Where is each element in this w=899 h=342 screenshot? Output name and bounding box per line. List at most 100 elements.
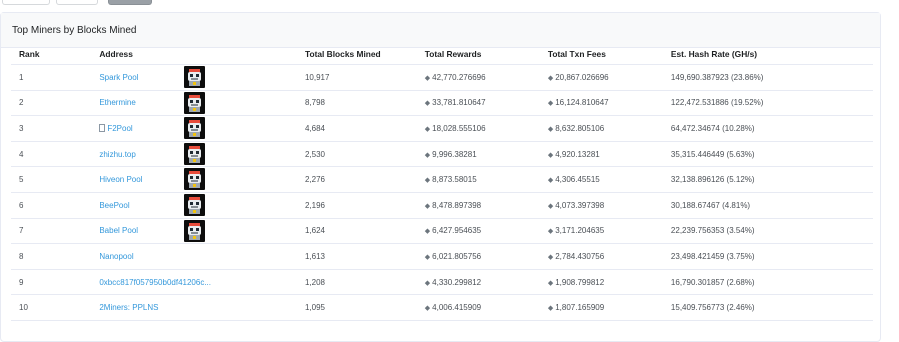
rewards-cell: ◆ 4,006.415909 bbox=[416, 294, 540, 321]
robot-avatar-icon bbox=[184, 193, 206, 216]
column-header-rank: Rank bbox=[11, 44, 92, 65]
miner-address-link[interactable]: Nanopool bbox=[99, 252, 133, 261]
tab-2[interactable] bbox=[56, 0, 98, 5]
table-row: 10 2Miners: PPLNS 1,095 ◆ 4,006.415909 ◆ 1,807… bbox=[11, 294, 873, 321]
fees-value: 4,920.13281 bbox=[555, 149, 600, 159]
ethereum-icon: ◆ bbox=[547, 253, 554, 261]
rank-cell: 8 bbox=[11, 243, 92, 270]
rewards-value: 9,996.38281 bbox=[432, 149, 477, 159]
robot-avatar-icon bbox=[184, 168, 206, 191]
rank-cell: 10 bbox=[11, 294, 92, 321]
rewards-value: 4,330.299812 bbox=[432, 277, 482, 287]
tab-1[interactable] bbox=[2, 0, 50, 5]
address-cell: BeePool bbox=[91, 192, 297, 219]
ethereum-icon: ◆ bbox=[547, 125, 554, 133]
miner-address-link[interactable]: 2Miners: PPLNS bbox=[99, 303, 158, 312]
rewards-cell: ◆ 6,021.805756 bbox=[416, 243, 540, 270]
miner-address-link[interactable]: Spark Pool bbox=[99, 73, 138, 82]
hashrate-cell: 149,690.387923 (23.86%) bbox=[662, 64, 873, 91]
ethereum-icon: ◆ bbox=[547, 151, 554, 159]
column-header-rewards: Total Rewards bbox=[416, 44, 540, 65]
table-row: 7 Babel Pool 1,624 ◆ 6,427.954635 ◆ 3,171.2046… bbox=[11, 218, 873, 245]
rank-cell: 2 bbox=[11, 90, 92, 117]
rank-cell: 7 bbox=[11, 218, 92, 245]
hashrate-cell: 122,472.531886 (19.52%) bbox=[662, 90, 873, 117]
rewards-cell: ◆ 18,028.555106 bbox=[416, 115, 540, 142]
column-header-fees: Total Txn Fees bbox=[539, 44, 663, 65]
fees-cell: ◆ 1,807.165909 bbox=[539, 294, 663, 321]
miner-address-link[interactable]: Hiveon Pool bbox=[99, 175, 142, 184]
top-tab-strip bbox=[0, 0, 899, 6]
table-row: 3 F2Pool 4,684 ◆ 18,028.555106 ◆ 8,632.805106 6… bbox=[11, 115, 873, 142]
blocks-cell: 1,613 bbox=[296, 243, 417, 270]
fees-value: 16,124.810647 bbox=[555, 98, 609, 108]
ethereum-icon: ◆ bbox=[547, 100, 554, 108]
address-cell: Nanopool bbox=[91, 243, 297, 270]
hashrate-cell: 23,498.421459 (3.75%) bbox=[662, 243, 873, 270]
blocks-cell: 1,208 bbox=[296, 269, 417, 296]
column-header-address: Address bbox=[91, 44, 297, 65]
miners-table: Rank Address Total Blocks Mined Total Re… bbox=[11, 44, 873, 321]
tab-3-active[interactable] bbox=[108, 0, 152, 5]
blocks-cell: 2,196 bbox=[296, 192, 417, 219]
ethereum-icon: ◆ bbox=[547, 305, 554, 313]
hashrate-cell: 15,409.756773 (2.46%) bbox=[662, 294, 873, 321]
miner-address-link[interactable]: Babel Pool bbox=[99, 226, 138, 235]
rewards-value: 4,006.415909 bbox=[432, 303, 482, 313]
table-row: 4 zhizhu.top 2,530 ◆ 9,996.38281 ◆ 4,920.13281… bbox=[11, 141, 873, 168]
fees-cell: ◆ 3,171.204635 bbox=[539, 218, 663, 245]
address-cell: 2Miners: PPLNS bbox=[91, 294, 297, 321]
table-row: 6 BeePool 2,196 ◆ 8,478.897398 ◆ 4,073.397398 3… bbox=[11, 192, 873, 219]
rank-cell: 4 bbox=[11, 141, 92, 168]
robot-avatar-icon bbox=[184, 142, 206, 165]
blocks-cell: 2,276 bbox=[296, 166, 417, 193]
rank-cell: 9 bbox=[11, 269, 92, 296]
ethereum-icon: ◆ bbox=[547, 202, 554, 210]
miner-address-link[interactable]: zhizhu.top bbox=[99, 150, 135, 159]
blocks-cell: 1,095 bbox=[296, 294, 417, 321]
fees-cell: ◆ 4,073.397398 bbox=[539, 192, 663, 219]
file-icon bbox=[99, 123, 106, 132]
hashrate-cell: 30,188.67467 (4.81%) bbox=[662, 192, 873, 219]
ethereum-icon: ◆ bbox=[424, 228, 431, 236]
rewards-value: 6,021.805756 bbox=[432, 251, 482, 261]
ethereum-icon: ◆ bbox=[424, 74, 431, 82]
ethereum-icon: ◆ bbox=[547, 228, 554, 236]
address-cell: 0xbcc817f057950b0df41206c... bbox=[91, 269, 297, 296]
fees-cell: ◆ 2,784.430756 bbox=[539, 243, 663, 270]
miner-address-link[interactable]: 0xbcc817f057950b0df41206c... bbox=[99, 278, 211, 287]
rewards-value: 8,873.58015 bbox=[432, 175, 477, 185]
rank-cell: 5 bbox=[11, 166, 92, 193]
ethereum-icon: ◆ bbox=[424, 279, 431, 287]
ethereum-icon: ◆ bbox=[424, 202, 431, 210]
address-cell: Ethermine bbox=[91, 90, 297, 117]
fees-cell: ◆ 8,632.805106 bbox=[539, 115, 663, 142]
rewards-cell: ◆ 42,770.276696 bbox=[416, 64, 540, 91]
fees-cell: ◆ 4,920.13281 bbox=[539, 141, 663, 168]
miner-address-link[interactable]: F2Pool bbox=[107, 124, 132, 133]
rewards-cell: ◆ 8,873.58015 bbox=[416, 166, 540, 193]
fees-cell: ◆ 16,124.810647 bbox=[539, 90, 663, 117]
fees-value: 1,908.799812 bbox=[555, 277, 605, 287]
table-row: 1 Spark Pool 10,917 ◆ 42,770.276696 ◆ 20,867.0… bbox=[11, 64, 873, 91]
card-header: Top Miners by Blocks Mined bbox=[1, 13, 880, 48]
fees-value: 20,867.026696 bbox=[555, 72, 609, 82]
ethereum-icon: ◆ bbox=[424, 125, 431, 133]
table-row: 2 Ethermine 8,798 ◆ 33,781.810647 ◆ 16,124.810… bbox=[11, 90, 873, 117]
hashrate-cell: 35,315.446449 (5.63%) bbox=[662, 141, 873, 168]
rewards-cell: ◆ 33,781.810647 bbox=[416, 90, 540, 117]
address-cell: zhizhu.top bbox=[91, 141, 297, 168]
fees-cell: ◆ 1,908.799812 bbox=[539, 269, 663, 296]
fees-cell: ◆ 4,306.45515 bbox=[539, 166, 663, 193]
miner-address-link[interactable]: BeePool bbox=[99, 201, 129, 210]
rewards-value: 18,028.555106 bbox=[432, 123, 486, 133]
ethereum-icon: ◆ bbox=[424, 100, 431, 108]
miner-address-link[interactable]: Ethermine bbox=[99, 98, 135, 107]
ethereum-icon: ◆ bbox=[424, 305, 431, 313]
fees-value: 1,807.165909 bbox=[555, 303, 605, 313]
table-header-row: Rank Address Total Blocks Mined Total Re… bbox=[11, 44, 873, 65]
rewards-value: 6,427.954635 bbox=[432, 226, 482, 236]
blocks-cell: 4,684 bbox=[296, 115, 417, 142]
rewards-cell: ◆ 4,330.299812 bbox=[416, 269, 540, 296]
blocks-cell: 2,530 bbox=[296, 141, 417, 168]
